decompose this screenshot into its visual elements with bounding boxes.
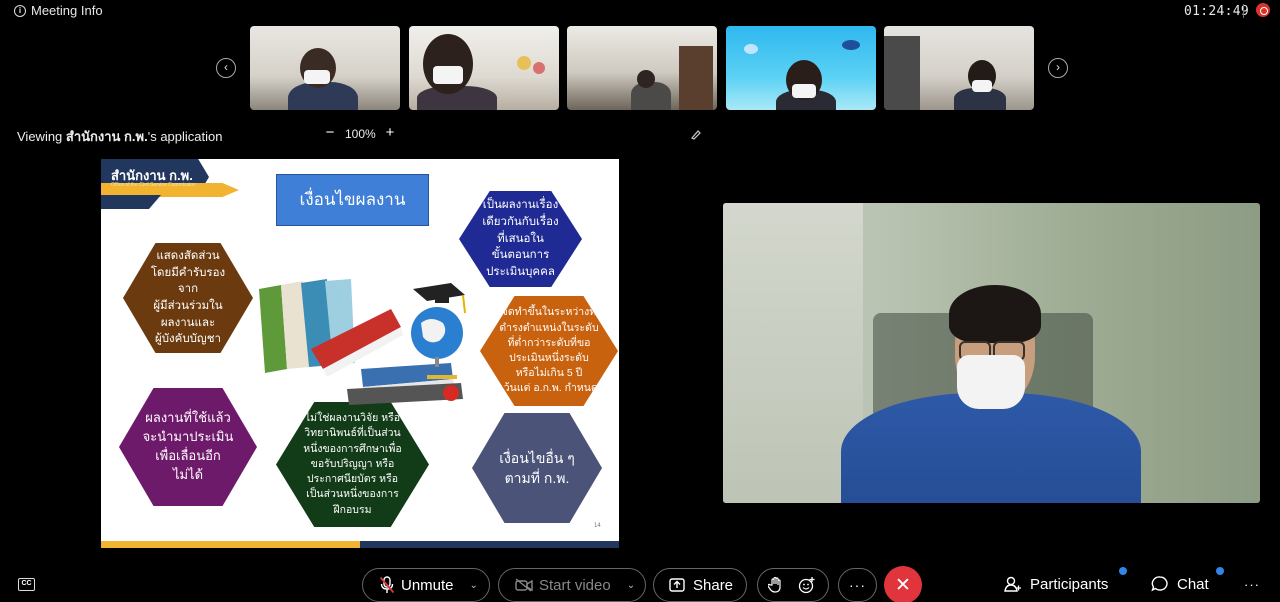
- notification-dot: [1216, 567, 1224, 575]
- speaker-hair: [949, 285, 1041, 343]
- participant-video-thumbnail[interactable]: [409, 26, 559, 110]
- hexagon-text: ผลงานที่ใช้แล้ว จะนำมาประเมิน เพื่อเลื่อ…: [142, 410, 234, 482]
- more-options-button[interactable]: ···: [838, 568, 877, 602]
- thumbnail-prev-button[interactable]: ‹: [216, 58, 236, 78]
- hexagon-no-reuse: ผลงานที่ใช้แล้ว จะนำมาประเมิน เพื่อเลื่อ…: [119, 388, 257, 506]
- cabinet: [884, 36, 920, 110]
- participant-video-thumbnail[interactable]: [567, 26, 717, 110]
- recording-icon[interactable]: [1256, 3, 1270, 17]
- speaker-body: [841, 393, 1141, 503]
- hexagon-text: เป็นผลงานเรื่อง เดียวกันกับเรื่อง ที่เสน…: [482, 199, 559, 278]
- shared-screen[interactable]: สำนักงาน ก.พ. Office of the Civil Servic…: [101, 159, 619, 548]
- annotate-icon[interactable]: [690, 128, 702, 140]
- meeting-timer: 01:24:49: [1184, 4, 1250, 19]
- meeting-info-button[interactable]: i Meeting Info: [14, 3, 103, 18]
- balloon-decoration: [517, 56, 531, 70]
- participant-video-thumbnail[interactable]: [884, 26, 1034, 110]
- slide-footer-accent: [101, 541, 360, 548]
- info-icon: i: [14, 4, 26, 17]
- chevron-down-icon[interactable]: ⌄: [470, 580, 478, 591]
- meeting-info-label: Meeting Info: [31, 3, 103, 18]
- reaction-emoji-icon[interactable]: [798, 576, 816, 594]
- slide-header-accent: [101, 195, 161, 209]
- hexagon-time-period: จัดทำขึ้นในระหว่างที่ ดำรงตำแหน่งในระดับ…: [480, 296, 618, 406]
- participant-head: [423, 34, 473, 94]
- closed-captions-button[interactable]: CC: [18, 578, 35, 591]
- start-video-label: Start video: [539, 576, 611, 594]
- fish-decoration: [744, 44, 758, 54]
- hexagon-text: จัดทำขึ้นในระหว่างที่ ดำรงตำแหน่งในระดับ…: [499, 306, 599, 395]
- slide-title: เงื่อนไขผลงาน: [276, 174, 429, 226]
- balloon-decoration: [533, 62, 545, 74]
- reactions-group: [757, 568, 829, 602]
- org-name-english: Office of the Civil Service Commission: [111, 182, 196, 188]
- share-button[interactable]: Share: [653, 568, 747, 602]
- close-icon: ✕: [895, 574, 911, 596]
- chat-icon: [1151, 576, 1168, 592]
- participants-button[interactable]: Participants: [1004, 575, 1108, 593]
- face-mask: [792, 84, 816, 98]
- fish-decoration: [842, 40, 860, 50]
- raise-hand-icon[interactable]: [768, 576, 784, 594]
- chat-button[interactable]: Chat: [1151, 575, 1209, 593]
- viewing-suffix: 's application: [147, 129, 223, 144]
- participant-video-thumbnail[interactable]: [250, 26, 400, 110]
- participants-icon: [1004, 576, 1021, 592]
- hexagon-not-thesis: ไม่ใช่ผลงานวิจัย หรือ วิทยานิพนธ์ที่เป็น…: [276, 402, 429, 527]
- sharer-name: สำนักงาน ก.พ.: [65, 129, 148, 144]
- microphone-muted-icon: [379, 576, 395, 594]
- thumbnail-next-button[interactable]: ›: [1048, 58, 1068, 78]
- face-mask: [433, 66, 463, 84]
- start-video-button[interactable]: Start video ⌄: [498, 568, 646, 602]
- hexagon-contribution-proof: แสดงสัดส่วน โดยมีคำรับรอง จาก ผู้มีส่วนร…: [123, 243, 253, 353]
- participant-head: [637, 70, 655, 88]
- divider: [1243, 4, 1244, 18]
- viewing-prefix: Viewing: [17, 129, 66, 144]
- participant-video-thumbnail[interactable]: [726, 26, 876, 110]
- hexagon-other-conditions: เงื่อนไขอื่น ๆ ตามที่ ก.พ.: [472, 413, 602, 523]
- hexagon-text: แสดงสัดส่วน โดยมีคำรับรอง จาก ผู้มีส่วนร…: [150, 249, 226, 346]
- shelf: [679, 46, 713, 110]
- share-screen-icon: [669, 578, 685, 592]
- video-off-icon: [515, 578, 533, 592]
- face-mask: [957, 355, 1025, 409]
- overflow-menu-button[interactable]: ···: [1244, 577, 1260, 592]
- notification-dot: [1119, 567, 1127, 575]
- face-mask: [304, 70, 330, 84]
- participants-label: Participants: [1030, 575, 1109, 593]
- slide-page-number: 14: [594, 523, 601, 529]
- chat-label: Chat: [1177, 575, 1209, 593]
- unmute-button[interactable]: Unmute ⌄: [362, 568, 490, 602]
- chevron-down-icon[interactable]: ⌄: [627, 580, 635, 591]
- zoom-in-button[interactable]: +: [384, 124, 396, 141]
- hexagon-text: ไม่ใช่ผลงานวิจัย หรือ วิทยานิพนธ์ที่เป็น…: [303, 412, 402, 516]
- unmute-label: Unmute: [401, 576, 454, 594]
- books-globe-illustration: [259, 279, 466, 405]
- active-speaker-video[interactable]: [723, 203, 1260, 503]
- zoom-out-button[interactable]: −: [324, 124, 336, 141]
- share-label: Share: [693, 576, 734, 594]
- zoom-level: 100%: [345, 127, 376, 141]
- viewing-label: Viewing สำนักงาน ก.พ.'s application: [17, 126, 222, 147]
- end-call-button[interactable]: ✕: [884, 566, 922, 602]
- slide-footer-accent: [360, 541, 619, 548]
- hexagon-text: เงื่อนไขอื่น ๆ ตามที่ ก.พ.: [499, 449, 575, 486]
- face-mask: [972, 80, 992, 92]
